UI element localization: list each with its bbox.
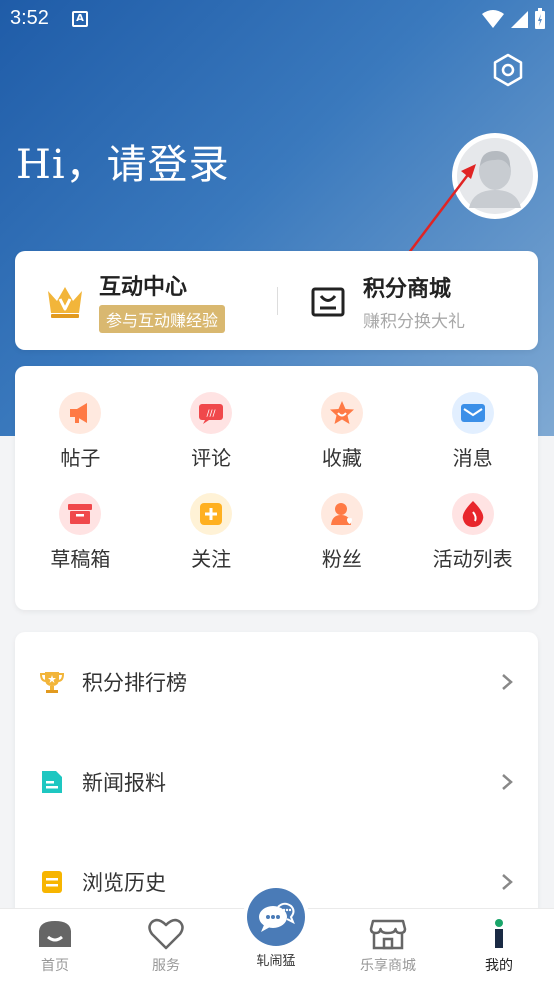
- grid-label: 关注: [191, 547, 232, 571]
- grid-label: 收藏: [321, 446, 362, 470]
- tab-label: 乐享商城: [360, 958, 416, 974]
- mail-icon: [451, 392, 494, 434]
- drafts-box-icon: [59, 493, 102, 535]
- settings-hexagon-icon: [493, 53, 523, 87]
- status-icons: [482, 8, 546, 30]
- plus-icon: [190, 493, 233, 535]
- grid-item-posts[interactable]: 帖子: [15, 392, 146, 471]
- points-mall-entry[interactable]: 积分商城 赚积分换大礼: [311, 271, 465, 332]
- grid-label: 粉丝: [321, 547, 362, 571]
- tab-label: 服务: [152, 958, 180, 974]
- grid-item-messages[interactable]: 消息: [407, 392, 538, 471]
- menu-item-leaderboard[interactable]: 积分排行榜: [15, 657, 538, 707]
- activity-drop-icon: [451, 493, 494, 535]
- status-time: 3:52: [10, 7, 49, 29]
- grid-item-activities[interactable]: 活动列表: [407, 493, 538, 572]
- comment-icon: ///: [190, 392, 233, 434]
- signal-icon: [511, 11, 528, 28]
- grid-label: 草稿箱: [50, 547, 111, 571]
- grid-item-favorites[interactable]: 收藏: [277, 392, 408, 471]
- default-avatar-icon: [457, 138, 533, 214]
- interaction-center-tag: 参与互动赚经验: [99, 305, 226, 333]
- svg-text:///: ///: [207, 409, 217, 419]
- status-bar: 3:52 A: [0, 0, 554, 40]
- battery-icon: [535, 8, 545, 29]
- grid-label: 评论: [191, 446, 232, 470]
- tab-mine[interactable]: 我的: [449, 917, 549, 975]
- history-icon: [42, 871, 62, 893]
- chat-bubble-icon: [247, 888, 305, 946]
- chevron-right-icon: [502, 874, 513, 890]
- wifi-icon: [482, 10, 504, 28]
- interaction-center-entry[interactable]: 互动中心 参与互动赚经验: [45, 269, 226, 333]
- tab-home[interactable]: 首页: [5, 917, 105, 975]
- function-grid-card: 帖子 /// 评论 收藏 消息 草稿箱 关注 粉丝 活动列表: [15, 366, 538, 610]
- star-icon: [320, 392, 363, 434]
- grid-label: 消息: [452, 446, 493, 470]
- trophy-icon: [39, 672, 65, 693]
- menu-item-label: 积分排行榜: [82, 671, 187, 695]
- points-mall-title: 积分商城: [363, 277, 452, 302]
- tab-center-label: 轧闹猛: [256, 954, 296, 969]
- mall-bag-icon: [311, 287, 345, 316]
- card-divider: [277, 287, 278, 315]
- chevron-right-icon: [502, 674, 513, 690]
- user-i-icon: [495, 919, 503, 948]
- news-doc-icon: [42, 771, 62, 793]
- settings-button[interactable]: [490, 52, 526, 88]
- heart-icon: [148, 918, 184, 950]
- avatar[interactable]: [452, 133, 538, 219]
- interaction-center-title: 互动中心: [99, 275, 188, 300]
- notification-a-icon: A: [72, 11, 88, 27]
- grid-item-comments[interactable]: /// 评论: [146, 392, 277, 471]
- menu-item-label: 浏览历史: [82, 871, 166, 895]
- chevron-right-icon: [502, 774, 513, 790]
- crown-icon: [48, 287, 82, 318]
- login-greeting[interactable]: Hi，请登录: [16, 132, 230, 190]
- megaphone-icon: [59, 392, 102, 434]
- top-feature-card: 互动中心 参与互动赚经验 积分商城 赚积分换大礼: [15, 251, 538, 350]
- grid-item-following[interactable]: 关注: [146, 493, 277, 572]
- points-mall-subtitle: 赚积分换大礼: [363, 312, 465, 332]
- menu-item-label: 新闻报料: [82, 771, 166, 795]
- tab-label: 我的: [485, 958, 513, 974]
- grid-label: 活动列表: [432, 547, 513, 571]
- tab-label: 首页: [41, 958, 69, 974]
- grid-item-fans[interactable]: 粉丝: [277, 493, 408, 572]
- fans-icon: [320, 493, 363, 535]
- menu-item-news-tips[interactable]: 新闻报料: [15, 757, 538, 807]
- tab-service[interactable]: 服务: [116, 917, 216, 975]
- tab-mall[interactable]: 乐享商城: [338, 917, 438, 975]
- home-icon: [39, 921, 71, 947]
- shop-icon: [369, 919, 407, 950]
- grid-item-drafts[interactable]: 草稿箱: [15, 493, 146, 572]
- grid-label: 帖子: [60, 446, 101, 470]
- function-grid: 帖子 /// 评论 收藏 消息 草稿箱 关注 粉丝 活动列表: [15, 392, 538, 572]
- tab-center-chat[interactable]: [243, 884, 309, 950]
